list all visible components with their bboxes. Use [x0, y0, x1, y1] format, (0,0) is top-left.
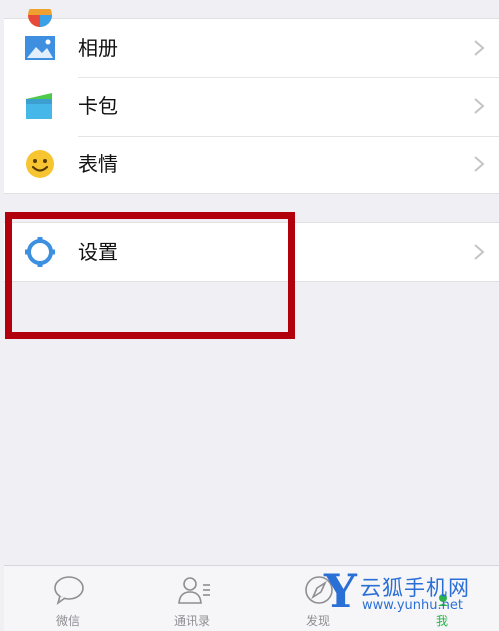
menu-item-label: 表情: [78, 152, 118, 176]
gear-icon: [25, 237, 55, 267]
menu-item-label: 相册: [78, 36, 118, 60]
smiley-icon: [26, 150, 54, 178]
photo-album-icon: [25, 36, 55, 60]
tab-label: 微信: [55, 614, 80, 628]
tab-label: 通讯录: [173, 614, 210, 628]
chevron-right-icon: [474, 40, 485, 56]
menu-item-label: 设置: [78, 240, 118, 264]
watermark-url: www.yunhu.net: [362, 598, 463, 613]
menu-group-main: 相册 卡包 表情: [4, 9, 499, 194]
card-wallet-icon: [26, 93, 52, 119]
menu-item-wallet[interactable]: 卡包: [4, 77, 499, 135]
chat-bubble-icon: [54, 576, 84, 605]
watermark-logo: Y 云狐手机网 www.yunhu.net: [324, 564, 499, 618]
chevron-right-icon: [474, 98, 485, 114]
menu-item-album[interactable]: 相册: [4, 19, 499, 77]
chevron-right-icon: [474, 156, 485, 172]
me-page: 相册 卡包 表情 设置 微信 通讯录 发现 我 Y 云狐手机网 www.yunh…: [4, 0, 499, 631]
menu-item-settings[interactable]: 设置: [4, 223, 499, 281]
menu-item-stickers[interactable]: 表情: [4, 135, 499, 193]
tab-chats[interactable]: 微信: [8, 566, 128, 631]
menu-group-settings: 设置: [4, 222, 499, 282]
tab-contacts[interactable]: 通讯录: [132, 566, 252, 631]
chevron-right-icon: [474, 244, 485, 260]
menu-item-label: 卡包: [78, 94, 118, 118]
contacts-icon: [178, 577, 210, 604]
watermark-letter: Y: [324, 564, 357, 618]
